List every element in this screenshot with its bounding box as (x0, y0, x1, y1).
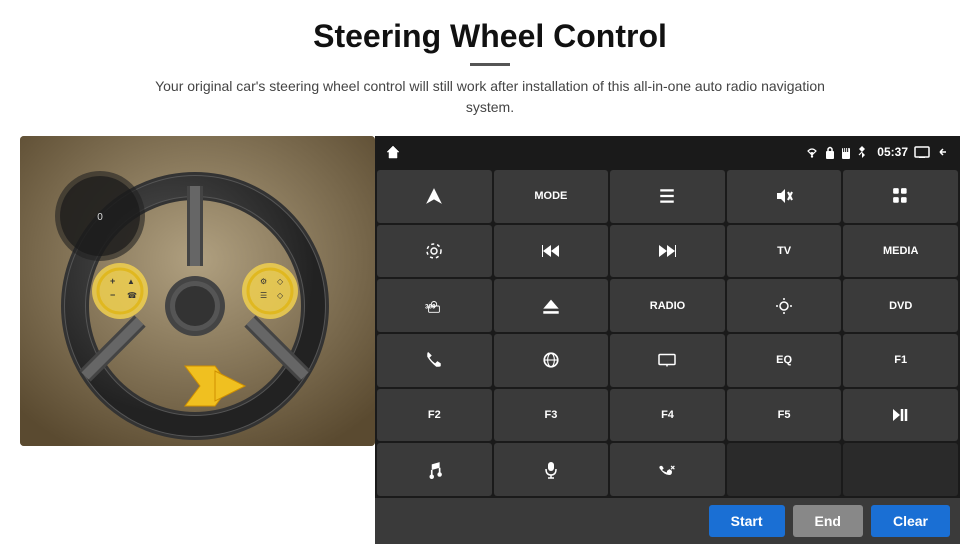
bluetooth-icon (857, 145, 867, 159)
btn-dvd[interactable]: DVD (843, 279, 958, 332)
status-time: 05:37 (877, 145, 908, 159)
buttons-grid: MODE (375, 168, 960, 498)
svg-text:◇: ◇ (277, 291, 284, 300)
end-button[interactable]: End (793, 505, 863, 537)
title-divider (470, 63, 510, 66)
btn-eject[interactable] (494, 279, 609, 332)
status-bar-left (385, 144, 401, 160)
btn-call-end[interactable] (610, 443, 725, 496)
controls-panel: 05:37 (375, 136, 960, 544)
back-icon (936, 146, 950, 158)
btn-eq[interactable]: EQ (727, 334, 842, 387)
btn-f3[interactable]: F3 (494, 389, 609, 442)
btn-phone[interactable] (377, 334, 492, 387)
wifi-icon (805, 146, 819, 158)
lock-icon (825, 146, 835, 159)
content-section: + ▲ − ☎ ⚙ ◇ ☰ ◇ 0 (0, 126, 980, 544)
btn-mic[interactable] (494, 443, 609, 496)
svg-text:◇: ◇ (277, 277, 284, 286)
sd-icon (841, 146, 851, 159)
btn-360[interactable]: 360 (377, 279, 492, 332)
page-container: Steering Wheel Control Your original car… (0, 0, 980, 544)
status-bar: 05:37 (375, 136, 960, 168)
bottom-action-bar: Start End Clear (375, 498, 960, 544)
btn-radio[interactable]: RADIO (610, 279, 725, 332)
btn-music[interactable] (377, 443, 492, 496)
btn-navigate[interactable] (377, 170, 492, 223)
svg-text:−: − (110, 290, 115, 300)
btn-media[interactable]: MEDIA (843, 225, 958, 278)
svg-text:0: 0 (97, 212, 103, 223)
btn-f1[interactable]: F1 (843, 334, 958, 387)
btn-fastforward[interactable] (610, 225, 725, 278)
svg-text:⚙: ⚙ (260, 277, 267, 286)
clear-button[interactable]: Clear (871, 505, 950, 537)
btn-browse[interactable] (494, 334, 609, 387)
steering-wheel-image: + ▲ − ☎ ⚙ ◇ ☰ ◇ 0 (20, 136, 375, 446)
svg-text:+: + (110, 276, 115, 286)
svg-text:▲: ▲ (127, 277, 135, 286)
btn-empty-1[interactable] (727, 443, 842, 496)
screen-icon (914, 146, 930, 158)
btn-empty-2[interactable] (843, 443, 958, 496)
btn-mute[interactable] (727, 170, 842, 223)
btn-f2[interactable]: F2 (377, 389, 492, 442)
home-icon (385, 144, 401, 160)
header-section: Steering Wheel Control Your original car… (0, 0, 980, 126)
btn-f5[interactable]: F5 (727, 389, 842, 442)
btn-playpause[interactable] (843, 389, 958, 442)
btn-list[interactable] (610, 170, 725, 223)
page-title: Steering Wheel Control (40, 18, 940, 55)
btn-tv[interactable]: TV (727, 225, 842, 278)
svg-text:☎: ☎ (127, 291, 137, 300)
page-subtitle: Your original car's steering wheel contr… (150, 76, 830, 118)
svg-text:☰: ☰ (260, 291, 267, 300)
btn-brightness[interactable] (727, 279, 842, 332)
btn-display[interactable] (610, 334, 725, 387)
btn-apps[interactable] (843, 170, 958, 223)
btn-rewind[interactable] (494, 225, 609, 278)
btn-f4[interactable]: F4 (610, 389, 725, 442)
start-button[interactable]: Start (709, 505, 785, 537)
status-bar-right: 05:37 (805, 145, 950, 159)
btn-mode[interactable]: MODE (494, 170, 609, 223)
btn-settings[interactable] (377, 225, 492, 278)
